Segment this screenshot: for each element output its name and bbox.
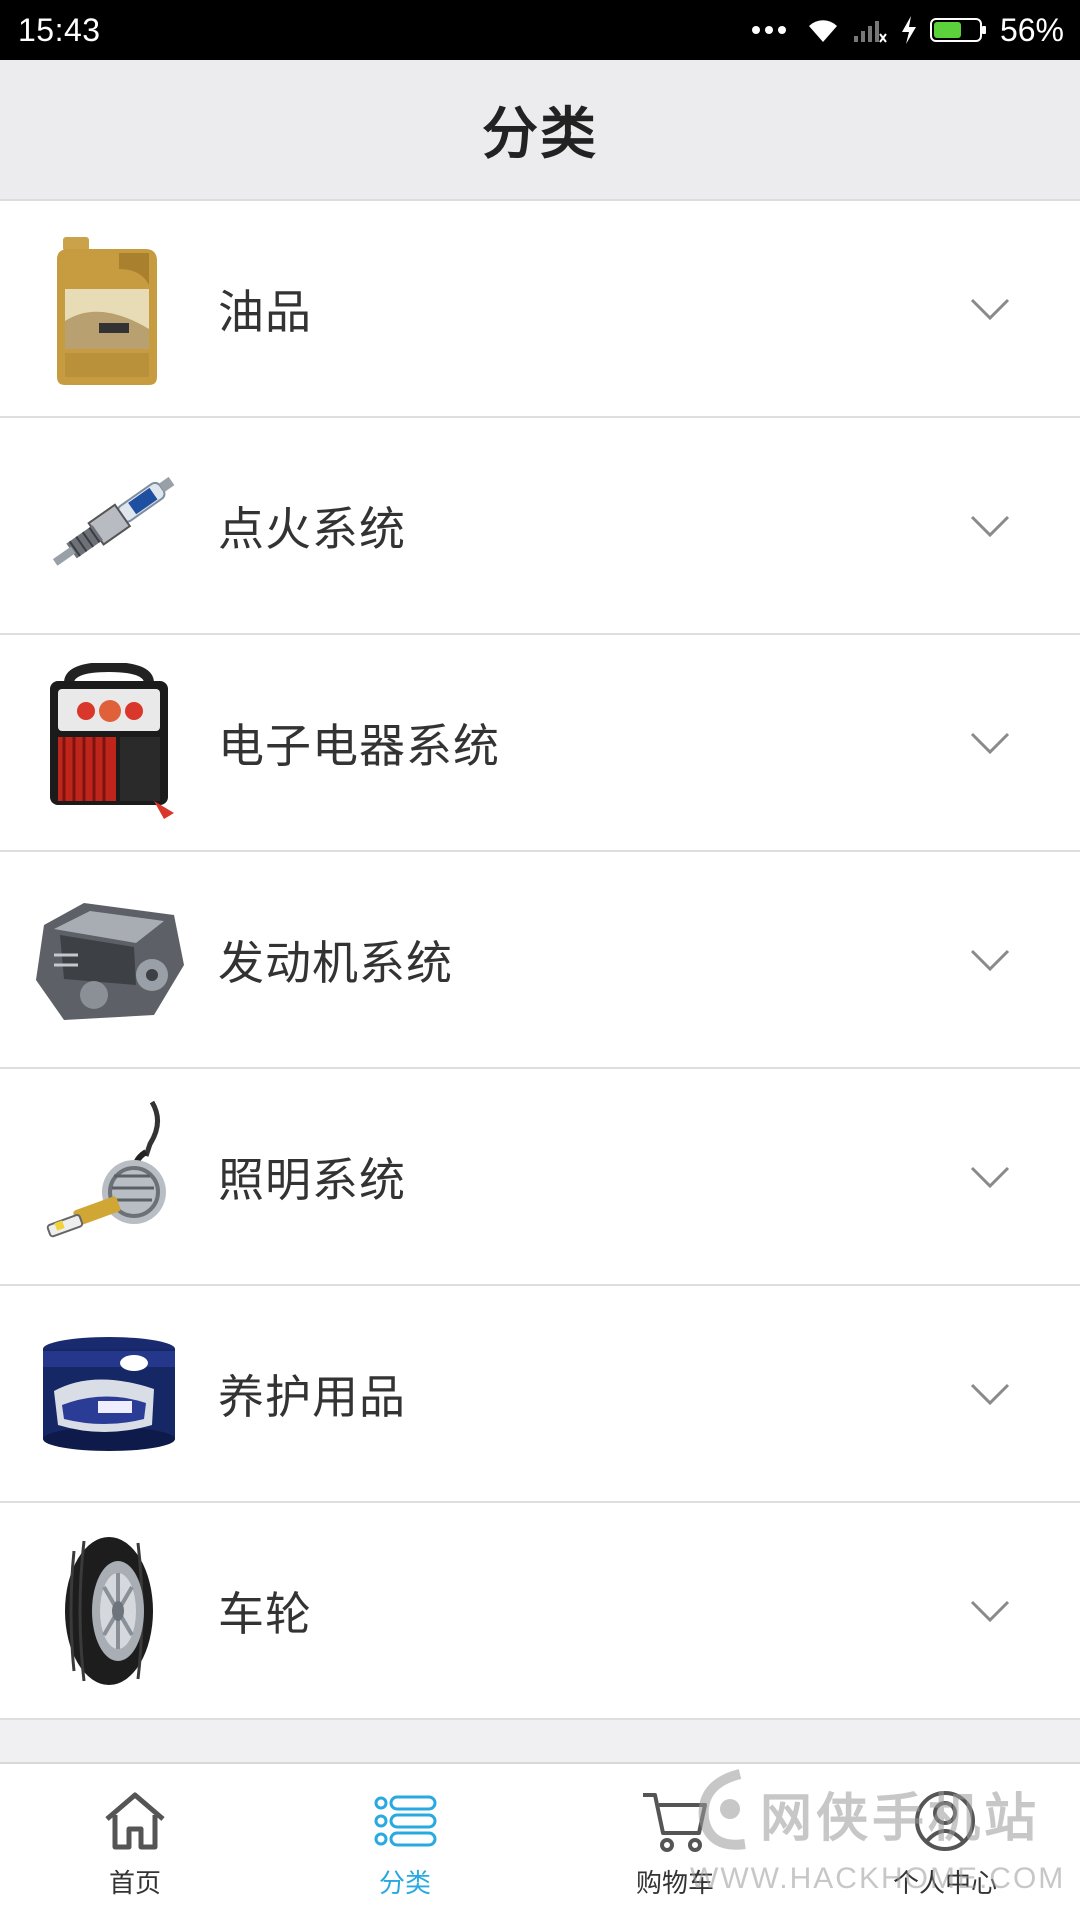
tab-category[interactable]: 分类 (270, 1764, 540, 1920)
home-icon (105, 1792, 165, 1849)
category-row-electrical[interactable]: 电子电器系统 (0, 635, 1080, 852)
bottom-tab-bar: 首页 分类 购物车 个人中心 (0, 1762, 1080, 1920)
battery-icon (929, 18, 986, 42)
category-row-oil[interactable]: 油品 (0, 201, 1080, 418)
car-wax-icon (24, 1309, 194, 1479)
tab-cart[interactable]: 购物车 (540, 1764, 810, 1920)
tab-label: 购物车 (635, 1868, 714, 1899)
page-header: 分类 (0, 60, 1080, 201)
category-label: 发动机系统 (218, 935, 453, 990)
category-row-wheels[interactable]: 车轮 (0, 1503, 1080, 1720)
category-label: 养护用品 (218, 1369, 406, 1424)
chevron-down-icon (970, 1383, 1010, 1405)
page-title: 分类 (482, 102, 598, 167)
headlight-bulb-icon (24, 1092, 194, 1262)
battery-percent: 56% (999, 11, 1064, 48)
status-icons: 56% (751, 11, 1064, 49)
more-dots-icon (751, 26, 786, 34)
tab-label: 首页 (108, 1868, 161, 1899)
tire-icon (24, 1526, 194, 1696)
category-label: 油品 (218, 284, 312, 339)
chevron-down-icon (970, 732, 1010, 754)
category-label: 点火系统 (218, 501, 406, 556)
category-label: 照明系统 (218, 1152, 406, 1207)
tab-label: 个人中心 (892, 1868, 997, 1899)
tab-label: 分类 (378, 1868, 431, 1899)
chevron-down-icon (970, 949, 1010, 971)
charging-icon (901, 16, 916, 44)
wifi-icon (808, 20, 837, 42)
chevron-down-icon (970, 515, 1010, 537)
category-label: 车轮 (218, 1586, 312, 1641)
category-label: 电子电器系统 (218, 718, 500, 773)
chevron-down-icon (970, 298, 1010, 320)
list-icon (374, 1795, 437, 1846)
chevron-down-icon (970, 1166, 1010, 1188)
status-time: 15:43 (18, 11, 101, 48)
tab-profile[interactable]: 个人中心 (810, 1764, 1080, 1920)
signal-icon (853, 21, 887, 43)
category-row-lighting[interactable]: 照明系统 (0, 1069, 1080, 1286)
spark-plug-icon (24, 441, 194, 611)
tab-home[interactable]: 首页 (0, 1764, 270, 1920)
category-row-maintenance[interactable]: 养护用品 (0, 1286, 1080, 1503)
jump-starter-icon (24, 658, 194, 828)
user-icon (915, 1790, 975, 1851)
category-row-ignition[interactable]: 点火系统 (0, 418, 1080, 635)
chevron-down-icon (970, 1600, 1010, 1622)
oil-can-icon (24, 224, 194, 394)
engine-icon (24, 875, 194, 1045)
status-bar: 15:43 56% (0, 0, 1080, 60)
category-row-engine[interactable]: 发动机系统 (0, 852, 1080, 1069)
category-list: 油品 点火系统 电子电器系统 发动机系统 照明系统 养护用品 车轮 (0, 201, 1080, 1720)
cart-icon (643, 1792, 707, 1852)
